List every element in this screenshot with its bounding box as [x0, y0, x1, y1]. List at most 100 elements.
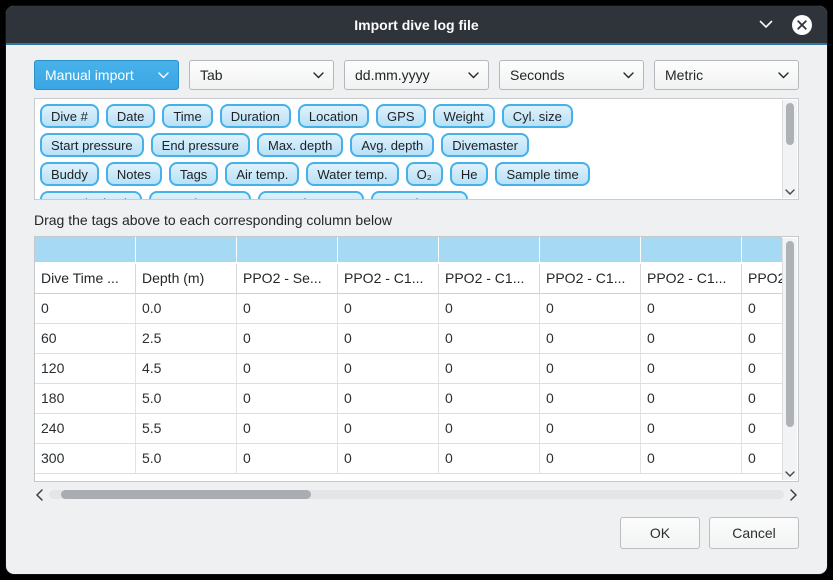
- dropdown-time-format[interactable]: Seconds: [499, 60, 644, 90]
- scroll-right-icon[interactable]: [788, 489, 799, 501]
- ok-button[interactable]: OK: [620, 517, 700, 549]
- table-cell: 0: [338, 324, 439, 353]
- table-cell: 0: [641, 414, 742, 443]
- tags-scroll-down-icon[interactable]: [783, 189, 797, 196]
- tag-chip[interactable]: Sample CNS: [371, 191, 468, 199]
- table-cell: 0: [641, 324, 742, 353]
- table-scroll-down-icon[interactable]: [783, 471, 797, 478]
- tag-chip[interactable]: Buddy: [40, 162, 99, 186]
- table-row: 2405.5000000: [35, 414, 782, 444]
- column-drop-target[interactable]: [742, 237, 782, 262]
- table-cell: 0: [742, 354, 782, 383]
- column-drop-target[interactable]: [540, 237, 641, 262]
- tag-chip[interactable]: Weight: [433, 104, 495, 128]
- column-header: Dive Time ...: [35, 264, 136, 293]
- table-cell: 0: [540, 354, 641, 383]
- tag-chip[interactable]: Tags: [169, 162, 218, 186]
- tag-chip[interactable]: Sample time: [495, 162, 589, 186]
- hscroll-thumb[interactable]: [61, 490, 311, 499]
- column-drop-target[interactable]: [136, 237, 237, 262]
- tag-chip[interactable]: Cyl. size: [502, 104, 573, 128]
- tag-chip[interactable]: Sample press.: [258, 191, 363, 199]
- table-cell: 0: [540, 294, 641, 323]
- dropdown-value: Metric: [665, 67, 703, 83]
- tag-chip[interactable]: Notes: [106, 162, 162, 186]
- table-vscroll-thumb[interactable]: [786, 241, 794, 427]
- column-drop-target[interactable]: [439, 237, 540, 262]
- table-cell: 0: [237, 324, 338, 353]
- tag-chip[interactable]: Time: [162, 104, 212, 128]
- tag-chip[interactable]: He: [450, 162, 489, 186]
- close-icon[interactable]: [791, 14, 813, 36]
- table-cell: 0: [237, 354, 338, 383]
- tag-chip[interactable]: O₂: [406, 162, 443, 186]
- table-cell: 0: [338, 444, 439, 473]
- table-row: 00.0000000: [35, 294, 782, 324]
- table-cell: 0: [742, 324, 782, 353]
- tag-chip[interactable]: Water temp.: [306, 162, 398, 186]
- dialog-buttons: OK Cancel: [34, 517, 799, 549]
- table-cell: 5.0: [136, 384, 237, 413]
- tag-chip[interactable]: Avg. depth: [350, 133, 434, 157]
- table-row: 3005.0000000: [35, 444, 782, 474]
- table-cell: 180: [35, 384, 136, 413]
- table-row: 602.5000000: [35, 324, 782, 354]
- column-header: Depth (m): [136, 264, 237, 293]
- column-header: PPO2 - C1...: [439, 264, 540, 293]
- tag-chip[interactable]: GPS: [376, 104, 425, 128]
- dropdown-date-format[interactable]: dd.mm.yyyy: [344, 60, 489, 90]
- table-viewport: Dive Time ...Depth (m)PPO2 - Se...PPO2 -…: [35, 237, 782, 481]
- table-cell: 5.5: [136, 414, 237, 443]
- tag-chip[interactable]: Duration: [220, 104, 291, 128]
- tag-chip[interactable]: Date: [106, 104, 155, 128]
- tag-chip[interactable]: End pressure: [151, 133, 250, 157]
- tag-chip[interactable]: Start pressure: [40, 133, 144, 157]
- dialog-content: Manual importTabdd.mm.yyyySecondsMetric …: [6, 45, 827, 574]
- titlebar[interactable]: Import dive log file: [6, 6, 827, 45]
- table-cell: 0: [540, 444, 641, 473]
- scroll-left-icon[interactable]: [34, 489, 45, 501]
- column-drop-target[interactable]: [237, 237, 338, 262]
- dropdown-field-separator[interactable]: Tab: [189, 60, 334, 90]
- dropdown-value: Manual import: [45, 67, 134, 83]
- table-cell: 240: [35, 414, 136, 443]
- chevron-down-icon: [158, 72, 169, 79]
- table-cell: 0: [439, 444, 540, 473]
- tag-chip[interactable]: Sample depth: [40, 191, 142, 199]
- tag-row: Buddy Notes Tags Air temp. Water temp. O₂ HeSa…: [40, 162, 782, 186]
- tag-chip[interactable]: Air temp.: [225, 162, 299, 186]
- column-drop-target[interactable]: [338, 237, 439, 262]
- column-header: PPO2: [742, 264, 782, 293]
- tag-row: Start pressure End pressure Max. depth Avg.…: [40, 133, 782, 157]
- window-title: Import dive log file: [354, 17, 478, 33]
- titlebar-menu-chevron-down-icon[interactable]: [759, 20, 773, 29]
- chevron-down-icon: [468, 72, 479, 79]
- tags-scrollbar-thumb[interactable]: [786, 103, 794, 145]
- chevron-down-icon: [313, 72, 324, 79]
- table-row: 1805.0000000: [35, 384, 782, 414]
- cancel-button[interactable]: Cancel: [709, 517, 799, 549]
- hscroll-track[interactable]: [49, 490, 784, 499]
- dropdown-import-mode[interactable]: Manual import: [34, 60, 179, 90]
- table-scrollbar-vertical[interactable]: [782, 238, 797, 480]
- tag-chip[interactable]: Sample temp.: [149, 191, 251, 199]
- tag-chip[interactable]: Divemaster: [441, 133, 529, 157]
- dropdown-units[interactable]: Metric: [654, 60, 799, 90]
- titlebar-icons: [759, 6, 813, 43]
- column-drop-target[interactable]: [35, 237, 136, 262]
- column-header: PPO2 - C1...: [338, 264, 439, 293]
- tag-chip[interactable]: Dive #: [40, 104, 99, 128]
- tags-scrollbar[interactable]: [782, 100, 797, 198]
- table-cell: 0: [742, 414, 782, 443]
- table-scrollbar-horizontal[interactable]: [34, 487, 799, 502]
- column-header: PPO2 - C1...: [641, 264, 742, 293]
- column-header-row: Dive Time ...Depth (m)PPO2 - Se...PPO2 -…: [35, 264, 782, 294]
- column-header: PPO2 - Se...: [237, 264, 338, 293]
- column-drop-target[interactable]: [641, 237, 742, 262]
- tag-chip[interactable]: Location: [298, 104, 369, 128]
- tag-row: Sample depth Sample temp. Sample press. Sam…: [40, 191, 782, 199]
- table-cell: 60: [35, 324, 136, 353]
- column-header: PPO2 - C1...: [540, 264, 641, 293]
- tag-chip[interactable]: Max. depth: [257, 133, 343, 157]
- table-cell: 0: [641, 444, 742, 473]
